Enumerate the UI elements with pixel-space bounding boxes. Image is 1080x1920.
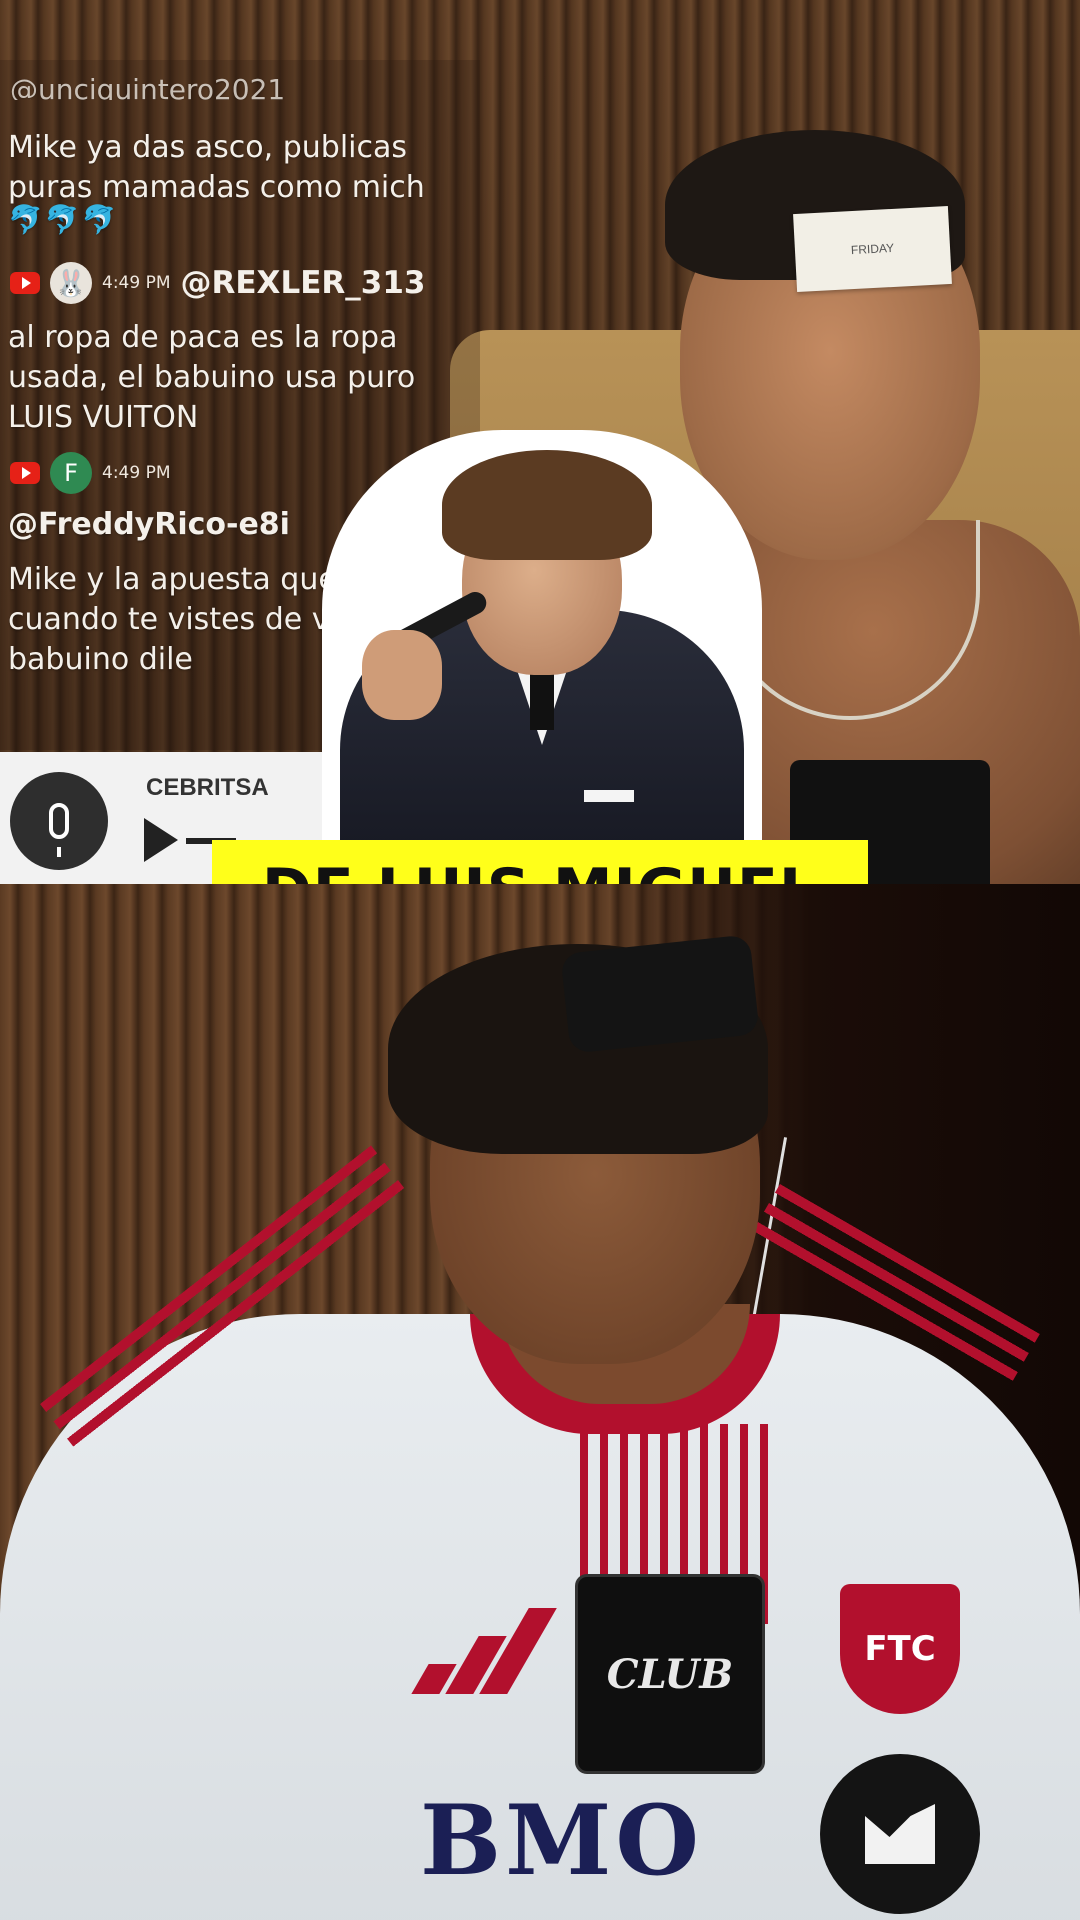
youtube-icon xyxy=(10,462,40,484)
chat-line: Mike ya das asco, publicas xyxy=(8,130,407,165)
forehead-card: FRIDAY xyxy=(793,205,952,293)
chat-line: al ropa de paca es la ropa xyxy=(8,320,398,355)
audio-title: CEBRITSA xyxy=(146,774,269,801)
youtube-icon xyxy=(10,272,40,294)
rabbit-avatar-icon[interactable]: 🐰 xyxy=(50,262,92,304)
chat-time: 4:49 PM xyxy=(102,273,171,293)
sponsor-logo-icon xyxy=(820,1754,980,1914)
adidas-logo-icon xyxy=(410,1604,557,1694)
chat-message-2: al ropa de paca es la ropa usada, el bab… xyxy=(8,318,415,438)
sticker-hair xyxy=(442,450,652,560)
sticker-pocket-square xyxy=(584,790,634,802)
sponsor-text: BMO xyxy=(420,1784,704,1897)
play-icon[interactable] xyxy=(144,818,178,862)
chat-meta-row-3: F 4:49 PM xyxy=(10,452,171,494)
chat-handle-cut: @unciquintero2021 xyxy=(10,73,286,100)
singer-sticker xyxy=(322,430,762,880)
microphone-glyph xyxy=(49,803,69,857)
bottom-video-panel: FTC CLUB BMO xyxy=(0,884,1080,1920)
microphone-icon[interactable] xyxy=(10,772,108,870)
chat-handle[interactable]: @FreddyRico-e8i xyxy=(8,505,290,545)
top-video-panel: FRIDAY @unciquintero2021 Mike ya das asc… xyxy=(0,0,1080,884)
chat-message-1: Mike ya das asco, publicas puras mamadas… xyxy=(8,128,425,208)
chat-time: 4:49 PM xyxy=(102,463,171,483)
chat-line: usada, el babuino usa puro xyxy=(8,360,416,395)
club-crest: FTC xyxy=(840,1584,960,1714)
forehead-card xyxy=(560,934,760,1054)
sponsor-logo-mark xyxy=(865,1804,935,1864)
sticker-hand xyxy=(362,630,442,720)
lanyard-badge: CLUB xyxy=(575,1574,765,1774)
chat-handle[interactable]: @REXLER_313 xyxy=(181,265,426,301)
chat-meta-row-2: 🐰 4:49 PM @REXLER_313 xyxy=(10,262,425,304)
avatar[interactable]: F xyxy=(50,452,92,494)
chat-emojis: 🐬🐬🐬 xyxy=(8,203,119,236)
